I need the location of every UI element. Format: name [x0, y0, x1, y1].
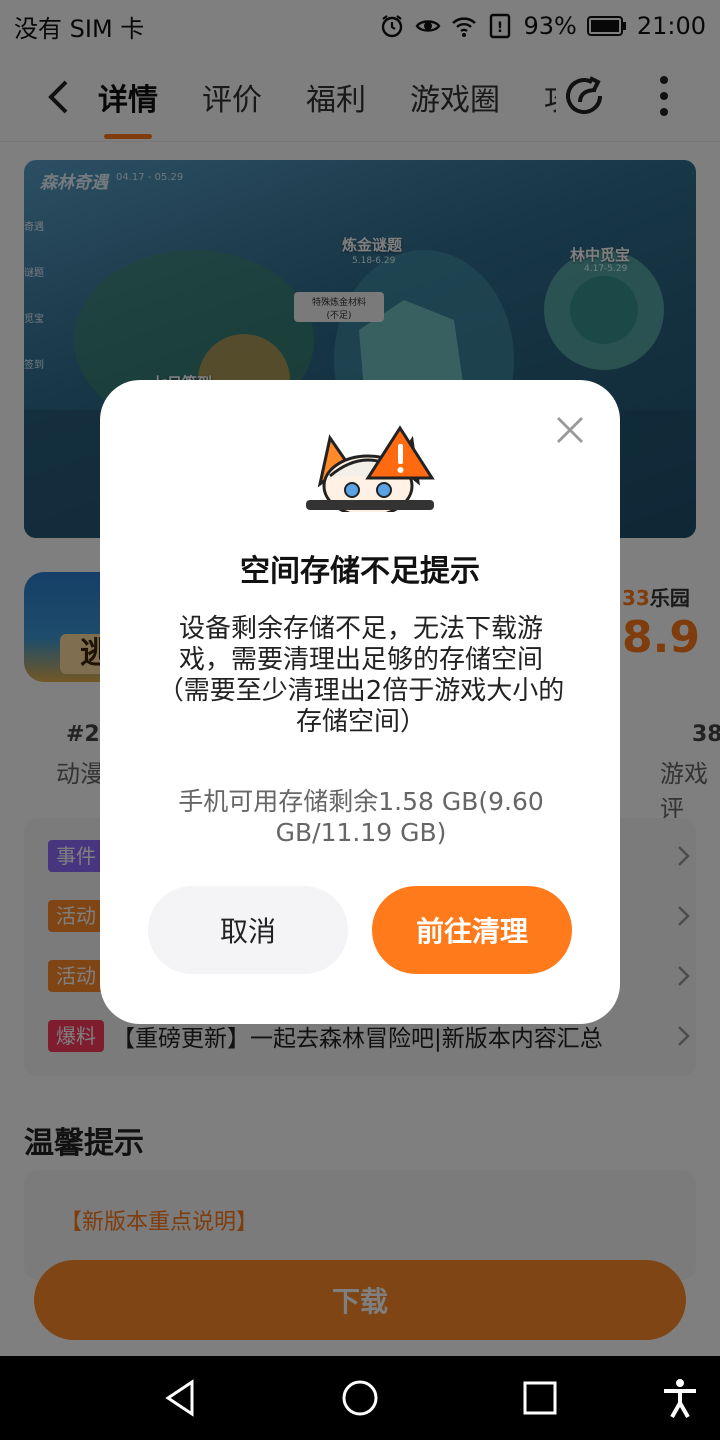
- dialog-message: 设备剩余存储不足，无法下载游戏，需要清理出足够的存储空间（需要至少清理出2倍于游…: [157, 614, 565, 737]
- accessibility-icon[interactable]: [658, 1376, 702, 1420]
- nav-recents-icon[interactable]: [518, 1376, 562, 1420]
- dialog-title: 空间存储不足提示: [240, 554, 480, 589]
- close-icon[interactable]: [552, 412, 588, 448]
- mascot-warning-icon: [306, 425, 435, 512]
- nav-back-icon[interactable]: [158, 1376, 202, 1420]
- cancel-button[interactable]: 取消: [148, 886, 348, 974]
- storage-warning-dialog: 空间存储不足提示 设备剩余存储不足，无法下载游戏，需要清理出足够的存储空间（需要…: [100, 380, 620, 1024]
- go-clean-button[interactable]: 前往清理: [372, 886, 572, 974]
- storage-info: 手机可用存储剩余1.58 GB(9.60 GB/11.19 GB): [178, 787, 544, 847]
- system-nav-bar: [0, 1356, 720, 1440]
- nav-home-icon[interactable]: [338, 1376, 382, 1420]
